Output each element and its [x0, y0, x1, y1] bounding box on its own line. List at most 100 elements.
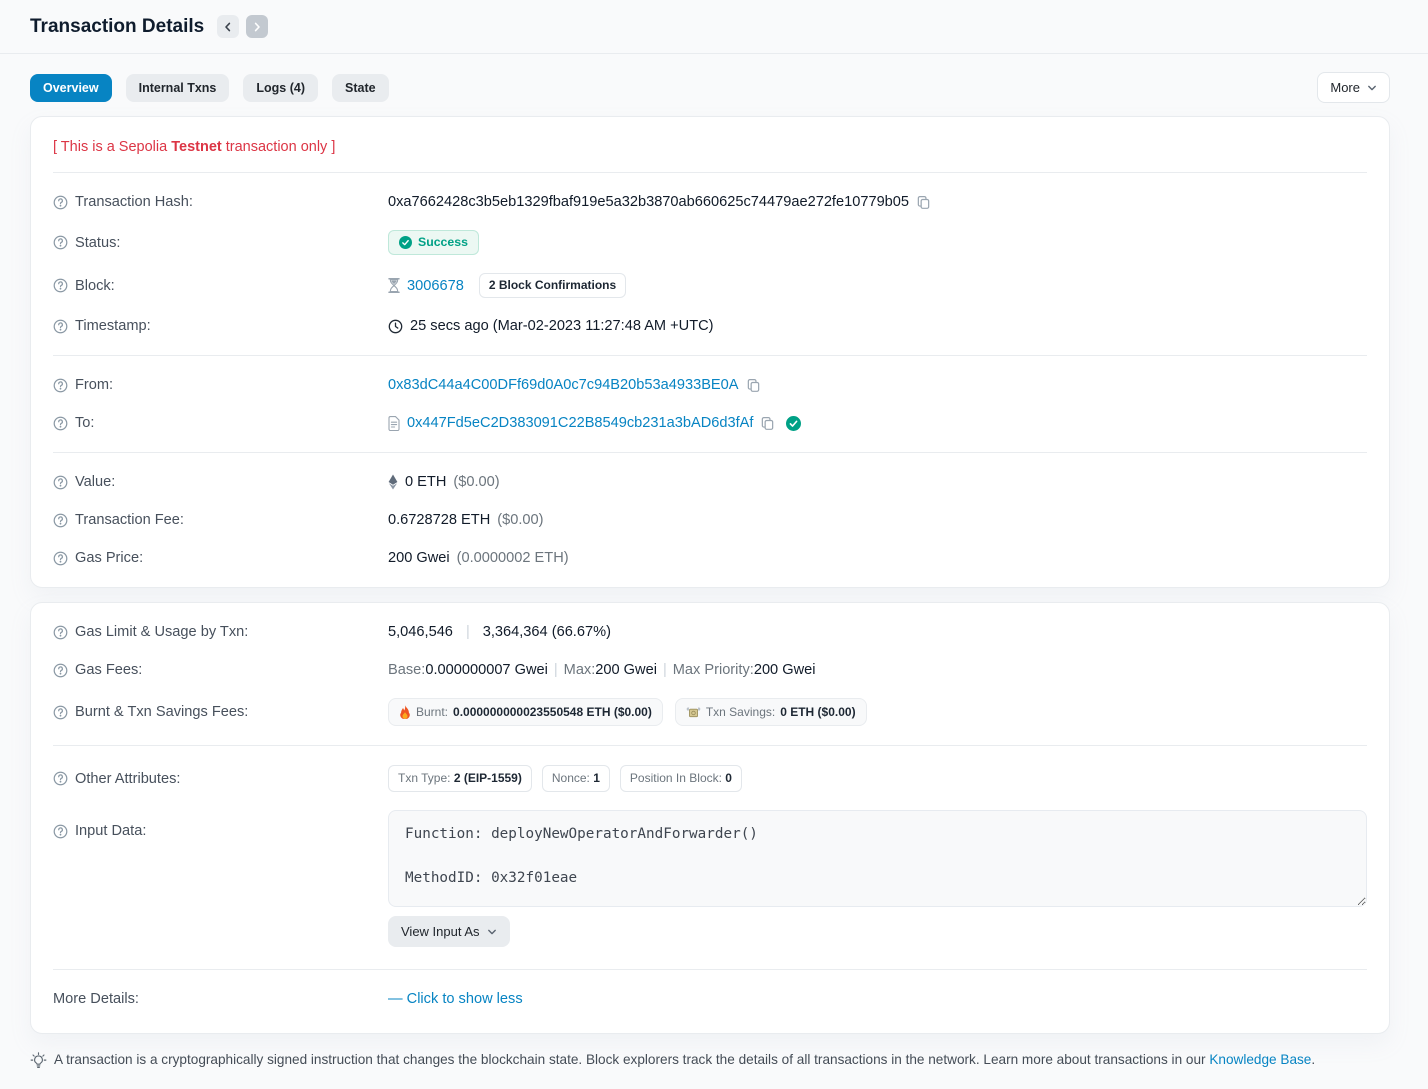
help-icon[interactable] [53, 278, 68, 293]
section-divider [53, 745, 1367, 746]
block-confirmations-badge: 2 Block Confirmations [479, 273, 626, 298]
help-icon[interactable] [53, 475, 68, 490]
verified-check-icon [786, 416, 801, 431]
chevron-right-icon [252, 22, 262, 32]
transaction-fee-label: Transaction Fee: [53, 510, 388, 530]
burnt-fees-label: Burnt & Txn Savings Fees: [53, 698, 388, 726]
more-details-row: More Details: — Click to show less [53, 980, 1367, 1023]
gas-limit-row: Gas Limit & Usage by Txn: 5,046,546 | 3,… [53, 613, 1367, 651]
testnet-banner-bold: Testnet [171, 139, 222, 155]
value-row: Value: 0 ETH ($0.00) [53, 463, 1367, 501]
help-icon[interactable] [53, 195, 68, 210]
gas-limit-label: Gas Limit & Usage by Txn: [53, 622, 388, 642]
transaction-hash-row: Transaction Hash: 0xa7662428c3b5eb1329fb… [53, 183, 1367, 221]
copy-icon [916, 195, 931, 210]
money-wings-icon [686, 706, 701, 718]
tabs-row: Overview Internal Txns Logs (4) State Mo… [30, 72, 1390, 103]
help-icon[interactable] [53, 235, 68, 250]
help-icon[interactable] [53, 705, 68, 720]
to-row: To: 0x447Fd5eC2D383091C22B8549cb231a3bAD… [53, 404, 1367, 442]
block-row: Block: 3006678 2 Block Confirmations [53, 264, 1367, 307]
copy-icon [746, 378, 761, 393]
input-data-textarea[interactable]: Function: deployNewOperatorAndForwarder(… [388, 810, 1367, 907]
other-attributes-row: Other Attributes: Txn Type: 2 (EIP-1559)… [53, 756, 1367, 801]
more-menu-button[interactable]: More [1317, 72, 1390, 103]
burnt-fees-row: Burnt & Txn Savings Fees: Burnt: 0.00000… [53, 689, 1367, 735]
to-value: 0x447Fd5eC2D383091C22B8549cb231a3bAD6d3f… [388, 413, 1367, 433]
previous-transaction-button[interactable] [217, 15, 239, 38]
from-value: 0x83dC44a4C00DFf69d0A0c7c94B20b53a4933BE… [388, 375, 1367, 395]
section-divider [53, 969, 1367, 970]
section-divider [53, 355, 1367, 356]
ethereum-icon [388, 474, 398, 490]
help-icon[interactable] [53, 513, 68, 528]
more-menu-label: More [1330, 80, 1360, 95]
status-row: Status: Success [53, 221, 1367, 264]
tab-overview[interactable]: Overview [30, 74, 112, 102]
help-icon[interactable] [53, 625, 68, 640]
help-icon[interactable] [53, 416, 68, 431]
copy-icon [760, 416, 775, 431]
to-address-link[interactable]: 0x447Fd5eC2D383091C22B8549cb231a3bAD6d3f… [407, 413, 753, 433]
tab-state[interactable]: State [332, 74, 389, 102]
clock-icon [388, 319, 403, 334]
testnet-banner-prefix: [ This is a Sepolia [53, 139, 171, 155]
input-data-value: Function: deployNewOperatorAndForwarder(… [388, 810, 1367, 947]
input-data-label: Input Data: [53, 810, 388, 841]
view-input-as-button[interactable]: View Input As [388, 916, 510, 947]
nonce-badge: Nonce: 1 [542, 765, 610, 792]
block-value: 3006678 2 Block Confirmations [388, 273, 1367, 298]
from-row: From: 0x83dC44a4C00DFf69d0A0c7c94B20b53a… [53, 366, 1367, 404]
block-number-link[interactable]: 3006678 [407, 276, 464, 296]
burnt-fees-value: Burnt: 0.000000000023550548 ETH ($0.00) … [388, 698, 1367, 726]
help-icon[interactable] [53, 378, 68, 393]
tab-list: Overview Internal Txns Logs (4) State [30, 74, 389, 102]
position-in-block-badge: Position In Block: 0 [620, 765, 742, 792]
tab-logs[interactable]: Logs (4) [243, 74, 318, 102]
help-icon[interactable] [53, 551, 68, 566]
next-transaction-button[interactable] [246, 15, 268, 38]
help-icon[interactable] [53, 663, 68, 678]
value-label: Value: [53, 472, 388, 492]
status-value: Success [388, 230, 1367, 255]
testnet-banner-suffix: transaction only ] [222, 139, 336, 155]
gas-fees-row: Gas Fees: Base: 0.000000007 Gwei | Max: … [53, 651, 1367, 689]
other-attributes-label: Other Attributes: [53, 765, 388, 792]
details-card: Gas Limit & Usage by Txn: 5,046,546 | 3,… [30, 602, 1390, 1034]
page-title: Transaction Details [30, 16, 204, 38]
transaction-details-page: Transaction Details Overview Internal Tx… [0, 0, 1428, 1089]
copy-to-address-button[interactable] [760, 416, 775, 431]
help-icon[interactable] [53, 319, 68, 334]
status-badge: Success [388, 230, 479, 255]
gas-price-row: Gas Price: 200 Gwei (0.0000002 ETH) [53, 539, 1367, 577]
hourglass-icon [388, 278, 400, 293]
transaction-fee-value: 0.6728728 ETH ($0.00) [388, 510, 1367, 530]
page-footer: A transaction is a cryptographically sig… [30, 1048, 1390, 1089]
txn-type-badge: Txn Type: 2 (EIP-1559) [388, 765, 532, 792]
lightbulb-icon [30, 1051, 47, 1069]
chevron-down-icon [487, 927, 497, 937]
status-label: Status: [53, 230, 388, 255]
chevron-left-icon [223, 22, 233, 32]
contract-file-icon [388, 416, 400, 431]
burnt-badge: Burnt: 0.000000000023550548 ETH ($0.00) [388, 698, 663, 726]
flame-icon [399, 705, 411, 719]
tab-internal-txns[interactable]: Internal Txns [126, 74, 230, 102]
show-less-link[interactable]: — Click to show less [388, 989, 523, 1009]
transaction-hash-label: Transaction Hash: [53, 192, 388, 212]
help-icon[interactable] [53, 824, 68, 839]
timestamp-value: 25 secs ago (Mar-02-2023 11:27:48 AM +UT… [388, 316, 1367, 336]
from-address-link[interactable]: 0x83dC44a4C00DFf69d0A0c7c94B20b53a4933BE… [388, 375, 739, 395]
copy-from-address-button[interactable] [746, 378, 761, 393]
check-circle-icon [399, 236, 412, 249]
gas-price-label: Gas Price: [53, 548, 388, 568]
block-label: Block: [53, 273, 388, 298]
other-attributes-value: Txn Type: 2 (EIP-1559) Nonce: 1 Position… [388, 765, 1367, 792]
knowledge-base-link[interactable]: Knowledge Base [1209, 1052, 1311, 1067]
help-icon[interactable] [53, 771, 68, 786]
header-divider [0, 53, 1428, 54]
timestamp-label: Timestamp: [53, 316, 388, 336]
chevron-down-icon [1367, 83, 1377, 93]
copy-hash-button[interactable] [916, 195, 931, 210]
gas-fees-value: Base: 0.000000007 Gwei | Max: 200 Gwei |… [388, 660, 1367, 680]
